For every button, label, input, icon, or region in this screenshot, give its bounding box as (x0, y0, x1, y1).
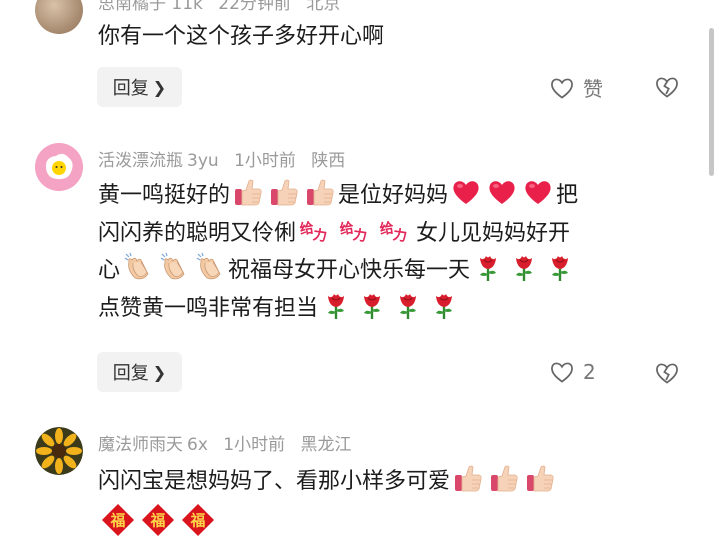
chevron-right-icon: ❯ (153, 78, 166, 97)
like-button[interactable]: 赞 (549, 73, 603, 102)
clapping-hands-icon (158, 252, 190, 282)
timestamp: 22分钟前 (218, 0, 291, 14)
username[interactable]: 思南橘子 11k (98, 0, 203, 14)
user-level: 6x (187, 435, 208, 455)
dislike-button[interactable] (654, 360, 680, 390)
rose-icon (508, 252, 540, 282)
geili-sticker-icon (378, 215, 414, 245)
comment-3: 魔法师雨天6x 1小时前 黑龙江 闪闪宝是想妈妈了、看那小样多可爱 (0, 415, 705, 528)
heart-outline-icon (549, 359, 575, 385)
rose-icon (320, 290, 352, 320)
comment-2: 活泼漂流瓶3yu 1小时前 陕西 黄一鸣挺好的 是位好妈妈 把 闪闪养的聪明又伶俐 女… (0, 115, 705, 415)
comment-1: 思南橘子 11k 22分钟前 北京 你有一个这个孩子多好开心啊 回复 ❯ 赞 (0, 0, 705, 115)
thumbs-up-icon (488, 463, 520, 493)
comment-meta: 活泼漂流瓶3yu 1小时前 陕西 (98, 146, 355, 171)
location: 北京 (306, 0, 340, 14)
dislike-button[interactable] (654, 74, 680, 104)
timestamp: 1小时前 (234, 151, 296, 171)
text-segment: 点赞黄一鸣非常有担当 (98, 296, 318, 321)
geili-sticker-icon (298, 215, 334, 245)
text-segment: 心 (98, 258, 120, 283)
location: 黑龙江 (301, 435, 352, 455)
avatar[interactable] (35, 427, 83, 475)
like-count: 2 (583, 360, 596, 384)
geili-sticker-icon (338, 215, 374, 245)
broken-heart-icon (654, 74, 680, 100)
thumbs-up-icon (268, 177, 300, 207)
comment-text: 黄一鸣挺好的 是位好妈妈 把 闪闪养的聪明又伶俐 女儿见妈妈好开 心 祝福母女开心快乐每… (98, 177, 683, 327)
rose-icon (472, 252, 504, 282)
clapping-hands-icon (194, 252, 226, 282)
fu-blessing-icon (140, 503, 176, 537)
text-line: 闪闪养的聪明又伶俐 女儿见妈妈好开 (98, 215, 683, 253)
avatar[interactable] (35, 0, 83, 34)
username[interactable]: 魔法师雨天 (98, 435, 183, 455)
text-segment: 闪闪养的聪明又伶俐 (98, 221, 296, 246)
reply-button[interactable]: 回复 ❯ (97, 67, 182, 107)
fu-blessing-icon (180, 503, 216, 537)
chevron-right-icon: ❯ (153, 363, 166, 382)
thumbs-up-icon (232, 177, 264, 207)
red-heart-icon (450, 177, 482, 207)
reply-label: 回复 (113, 74, 149, 100)
rose-icon (544, 252, 576, 282)
text-line: 心 祝福母女开心快乐每一天 (98, 252, 683, 290)
text-segment: 是位好妈妈 (338, 183, 448, 208)
red-heart-icon (522, 177, 554, 207)
like-button[interactable]: 2 (549, 359, 596, 385)
reply-label: 回复 (113, 359, 149, 385)
comment-text: 闪闪宝是想妈妈了、看那小样多可爱 (98, 463, 698, 544)
username[interactable]: 活泼漂流瓶 (98, 151, 183, 171)
fu-blessing-icon (100, 503, 136, 537)
rose-icon (356, 290, 388, 320)
broken-heart-icon (654, 360, 680, 386)
text-segment: 祝福母女开心快乐每一天 (228, 258, 470, 283)
text-line: 闪闪宝是想妈妈了、看那小样多可爱 (98, 463, 698, 501)
avatar[interactable] (35, 143, 83, 191)
rose-icon (392, 290, 424, 320)
reply-button[interactable]: 回复 ❯ (97, 352, 182, 392)
text-line: 黄一鸣挺好的 是位好妈妈 把 (98, 177, 683, 215)
egg-avatar-icon (35, 143, 83, 191)
text-segment: 女儿见妈妈好开 (416, 221, 570, 246)
scrollbar-thumb[interactable] (709, 28, 714, 176)
text-segment: 闪闪宝是想妈妈了、看那小样多可爱 (98, 469, 450, 494)
text-line: 点赞黄一鸣非常有担当 (98, 290, 683, 328)
thumbs-up-icon (304, 177, 336, 207)
location: 陕西 (311, 151, 345, 171)
thumbs-up-icon (524, 463, 556, 493)
comment-meta: 思南橘子 11k 22分钟前 北京 (98, 0, 350, 14)
thumbs-up-icon (452, 463, 484, 493)
timestamp: 1小时前 (223, 435, 285, 455)
heart-outline-icon (549, 75, 575, 101)
user-level: 3yu (187, 151, 219, 171)
text-segment: 把 (556, 183, 578, 208)
comment-text: 你有一个这个孩子多好开心啊 (98, 19, 678, 56)
rose-icon (428, 290, 460, 320)
like-label: 赞 (583, 73, 603, 102)
text-segment: 黄一鸣挺好的 (98, 183, 230, 208)
text-line (98, 503, 698, 544)
flower-avatar-icon (35, 427, 83, 475)
clapping-hands-icon (122, 252, 154, 282)
red-heart-icon (486, 177, 518, 207)
comment-meta: 魔法师雨天6x 1小时前 黑龙江 (98, 430, 362, 455)
